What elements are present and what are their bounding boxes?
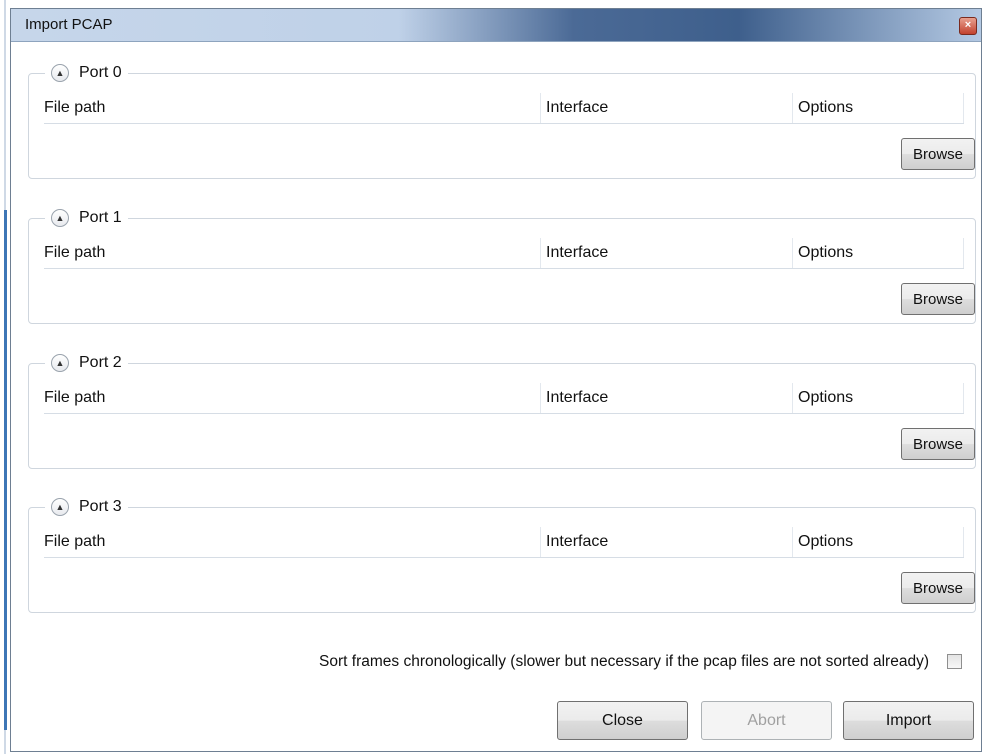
chevron-up-icon[interactable]: ▲ xyxy=(51,209,69,227)
port-table-header: File path Interface Options xyxy=(44,93,964,124)
abort-button[interactable]: Abort xyxy=(701,701,832,740)
column-separator xyxy=(540,383,541,413)
port-label: Port 1 xyxy=(79,209,122,226)
column-options[interactable]: Options xyxy=(798,389,853,407)
chevron-up-icon[interactable]: ▲ xyxy=(51,498,69,516)
chevron-up-icon[interactable]: ▲ xyxy=(51,64,69,82)
port-header: ▲ Port 3 xyxy=(45,495,128,519)
column-separator xyxy=(540,527,541,557)
title-bar[interactable]: Import PCAP × xyxy=(11,9,981,42)
column-file-path[interactable]: File path xyxy=(44,533,105,551)
column-options[interactable]: Options xyxy=(798,99,853,117)
column-separator xyxy=(792,527,793,557)
column-options[interactable]: Options xyxy=(798,533,853,551)
column-interface[interactable]: Interface xyxy=(546,533,608,551)
port-label: Port 3 xyxy=(79,498,122,515)
browse-button[interactable]: Browse xyxy=(901,138,975,170)
column-file-path[interactable]: File path xyxy=(44,244,105,262)
port-table-header: File path Interface Options xyxy=(44,383,964,414)
close-icon[interactable]: × xyxy=(959,17,977,35)
column-interface[interactable]: Interface xyxy=(546,99,608,117)
column-separator xyxy=(963,383,964,413)
port-label: Port 2 xyxy=(79,354,122,371)
port-frame xyxy=(28,507,976,613)
port-frame xyxy=(28,218,976,324)
port-frame xyxy=(28,363,976,469)
port-group-1: ▲ Port 1 File path Interface Options Bro… xyxy=(28,206,984,324)
port-group-3: ▲ Port 3 File path Interface Options Bro… xyxy=(28,495,984,613)
browse-button[interactable]: Browse xyxy=(901,572,975,604)
sort-chronologically-checkbox[interactable] xyxy=(947,654,962,669)
port-group-0: ▲ Port 0 File path Interface Options Bro… xyxy=(28,61,984,179)
port-header: ▲ Port 2 xyxy=(45,351,128,375)
port-frame xyxy=(28,73,976,179)
column-file-path[interactable]: File path xyxy=(44,389,105,407)
column-separator xyxy=(963,527,964,557)
port-table-header: File path Interface Options xyxy=(44,527,964,558)
column-separator xyxy=(792,93,793,123)
column-separator xyxy=(792,383,793,413)
column-separator xyxy=(540,93,541,123)
browse-button[interactable]: Browse xyxy=(901,428,975,460)
import-button[interactable]: Import xyxy=(843,701,974,740)
column-options[interactable]: Options xyxy=(798,244,853,262)
close-button[interactable]: Close xyxy=(557,701,688,740)
column-interface[interactable]: Interface xyxy=(546,244,608,262)
column-separator xyxy=(963,238,964,268)
chevron-up-icon[interactable]: ▲ xyxy=(51,354,69,372)
column-file-path[interactable]: File path xyxy=(44,99,105,117)
port-label: Port 0 xyxy=(79,64,122,81)
sort-option-row: Sort frames chronologically (slower but … xyxy=(11,651,981,675)
import-pcap-dialog: Import PCAP × ▲ Port 0 File path Interfa… xyxy=(10,8,982,752)
column-separator xyxy=(540,238,541,268)
browse-button[interactable]: Browse xyxy=(901,283,975,315)
port-group-2: ▲ Port 2 File path Interface Options Bro… xyxy=(28,351,984,469)
background-window-bar xyxy=(4,210,7,730)
port-table-header: File path Interface Options xyxy=(44,238,964,269)
column-separator xyxy=(963,93,964,123)
background-window-edge xyxy=(0,0,10,754)
sort-chronologically-label[interactable]: Sort frames chronologically (slower but … xyxy=(319,653,929,671)
port-header: ▲ Port 1 xyxy=(45,206,128,230)
column-interface[interactable]: Interface xyxy=(546,389,608,407)
window-title: Import PCAP xyxy=(25,16,113,33)
port-header: ▲ Port 0 xyxy=(45,61,128,85)
column-separator xyxy=(792,238,793,268)
